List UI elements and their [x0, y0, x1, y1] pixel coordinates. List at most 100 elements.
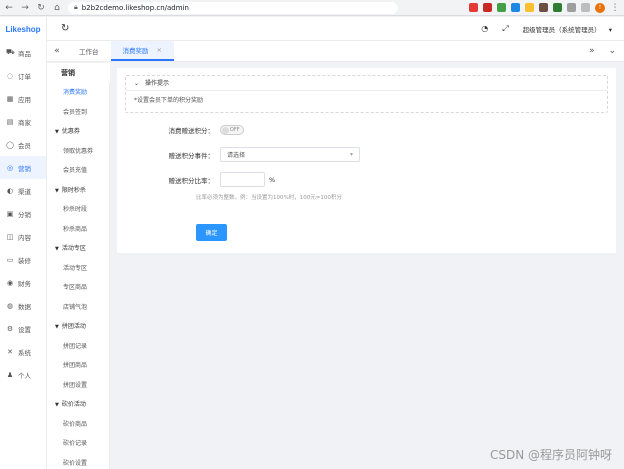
tabs-bar: « 工作台 消费奖励 × » ⌄ — [47, 41, 624, 62]
form-row-ratio: 赠送积分比率： % — [125, 172, 275, 187]
extension-icon[interactable] — [469, 3, 478, 12]
rail-item-label: 系统 — [18, 348, 31, 357]
sub-nav-group[interactable]: ▼ 优惠券 — [47, 122, 109, 142]
rail-item[interactable]: ▤ 商家 — [0, 110, 46, 133]
person-icon: ♟ — [6, 370, 14, 379]
url-text: b2b2cdemo.likeshop.cn/admin — [81, 3, 189, 12]
app-icon: ▦ — [6, 94, 14, 103]
rail-item[interactable]: ▣ 分销 — [0, 202, 46, 225]
sub-nav-title: 营销 — [47, 63, 110, 83]
address-bar[interactable]: 🔒︎ b2b2cdemo.likeshop.cn/admin — [68, 1, 398, 14]
refresh-icon[interactable]: ↻ — [61, 23, 69, 34]
sub-nav-label: 砍价记录 — [63, 440, 88, 447]
rail-item[interactable]: ◉ 财务 — [0, 271, 46, 294]
extension-icon[interactable] — [511, 3, 520, 12]
close-icon[interactable]: × — [157, 46, 162, 54]
ratio-unit: % — [269, 175, 276, 184]
tip-title: 操作提示 — [144, 80, 169, 87]
rail-item[interactable]: ▦ 应用 — [0, 87, 46, 110]
home-icon[interactable]: ⌂ — [52, 3, 62, 13]
decorate-icon: ▭ — [6, 255, 14, 264]
cart-icon: ⛟ — [6, 48, 15, 56]
sub-nav-item[interactable]: 砍价设置 — [47, 454, 109, 469]
browser-toolbar: ← → ↻ ⌂ 🔒︎ b2b2cdemo.likeshop.cn/admin !… — [0, 0, 624, 16]
sub-nav-item[interactable]: 秒杀时段 — [47, 200, 109, 220]
sub-nav-item[interactable]: 活动专区 — [47, 259, 109, 279]
sidebar-icon[interactable] — [581, 3, 590, 12]
rail-item[interactable]: ♟ 个人 — [0, 363, 46, 386]
rail-item[interactable]: ◯ 会员 — [0, 133, 46, 156]
rail-item-label: 装修 — [18, 256, 31, 265]
chevron-down-icon: ▾ — [608, 25, 612, 34]
profile-avatar[interactable]: ! — [595, 2, 605, 13]
ratio-input[interactable] — [220, 172, 265, 187]
tabs-menu-icon[interactable]: ⌄ — [608, 46, 616, 56]
sub-nav-item[interactable]: 秒杀商品 — [47, 220, 109, 240]
sub-nav-group[interactable]: ▼ 活动专区 — [47, 239, 109, 259]
rail-item[interactable]: ◎ 营销 — [0, 156, 46, 179]
rail-item[interactable]: ◌ 订单 — [0, 64, 46, 87]
caret-down-icon: ▼ — [55, 187, 59, 194]
fullscreen-icon[interactable]: ⤢ — [502, 24, 508, 34]
more-icon[interactable]: ⋮ — [610, 3, 620, 13]
sub-nav-label: 秒杀时段 — [63, 206, 88, 213]
system-icon: ✕ — [7, 347, 13, 356]
rail-item-label: 商家 — [18, 118, 31, 127]
sub-nav-group[interactable]: ▼ 拼团活动 — [47, 317, 109, 337]
sub-nav-item[interactable]: 专区商品 — [47, 278, 109, 298]
user-menu[interactable]: 超级管理员（系统管理员） ▾ — [523, 24, 612, 34]
order-icon: ◌ — [6, 71, 14, 80]
select-placeholder: 请选择 — [227, 152, 246, 159]
sub-nav-label: 活动专区 — [63, 264, 88, 272]
sub-nav-item[interactable]: 拼团设置 — [47, 376, 109, 396]
extension-icon[interactable] — [525, 3, 534, 12]
rail-item[interactable]: ◫ 内容 — [0, 225, 46, 248]
sub-nav-label: 砍价商品 — [63, 420, 88, 428]
tab[interactable]: 消费奖励 × — [110, 41, 174, 61]
rail-item[interactable]: ▭ 装修 — [0, 248, 46, 271]
notification-icon[interactable]: ◔ — [481, 24, 488, 33]
forward-icon[interactable]: → — [20, 3, 30, 13]
event-select[interactable]: 请选择 ▾ — [220, 147, 360, 162]
sub-nav-item[interactable]: 会员签到 — [47, 103, 109, 123]
rail-item[interactable]: ◐ 渠道 — [0, 179, 46, 202]
ratio-hint: 比率必须为整数。例：当设置为100%时，100元=100积分 — [196, 195, 342, 201]
rail-item[interactable]: ◍ 数据 — [0, 294, 46, 317]
extension-icon[interactable] — [539, 3, 548, 12]
sub-nav-item[interactable]: 消费奖励 — [47, 83, 109, 103]
sub-nav-item[interactable]: 会员充值 — [47, 161, 109, 181]
sub-nav-item[interactable]: 领取优惠券 — [47, 142, 109, 162]
tabs-scroll-right-icon[interactable]: » — [589, 46, 595, 56]
sub-nav-item[interactable]: 砍价记录 — [47, 434, 109, 454]
extension-icon[interactable] — [497, 3, 506, 12]
back-icon[interactable]: ← — [4, 3, 14, 13]
sub-nav-label: 活动专区 — [61, 245, 86, 252]
sub-nav-item[interactable]: 砍价商品 — [47, 415, 109, 435]
extension-icon[interactable] — [483, 3, 492, 12]
channel-icon: ◐ — [6, 186, 14, 195]
sub-nav-label: 会员签到 — [63, 108, 88, 116]
extension-icon[interactable] — [553, 3, 562, 12]
sub-nav-item[interactable]: 拼团商品 — [47, 356, 109, 376]
tabs-scroll-left-icon[interactable]: « — [47, 41, 67, 61]
puzzle-icon[interactable] — [567, 3, 576, 12]
tab[interactable]: 工作台 — [67, 41, 111, 61]
user-name: 超级管理员（系统管理员） — [522, 25, 601, 34]
sub-nav-group[interactable]: ▼ 砍价活动 — [47, 395, 109, 415]
rail-item[interactable]: ✕ 系统 — [0, 340, 46, 363]
chevron-down-icon: ▾ — [349, 151, 353, 158]
reload-icon[interactable]: ↻ — [36, 3, 46, 13]
tip-header[interactable]: ⌄ 操作提示 — [126, 76, 607, 91]
sub-nav-item[interactable]: 拼团记录 — [47, 337, 109, 357]
tip-box: ⌄ 操作提示 *设置会员下单的积分奖励 — [125, 75, 608, 113]
rail-item[interactable]: ⛟ 商品 — [0, 41, 46, 64]
rail-item[interactable]: ⚙ 设置 — [0, 317, 46, 340]
rail-item-label: 商品 — [18, 49, 31, 58]
submit-button[interactable]: 确定 — [196, 224, 227, 241]
tab-label: 工作台 — [79, 48, 99, 56]
enable-switch[interactable]: OFF — [220, 125, 244, 135]
sub-nav-item[interactable]: 店铺气泡 — [47, 298, 109, 318]
ratio-label: 赠送积分比率： — [168, 176, 215, 185]
sub-nav-group[interactable]: ▼ 限时秒杀 — [47, 181, 109, 201]
extensions: ! ⋮ — [469, 2, 620, 13]
